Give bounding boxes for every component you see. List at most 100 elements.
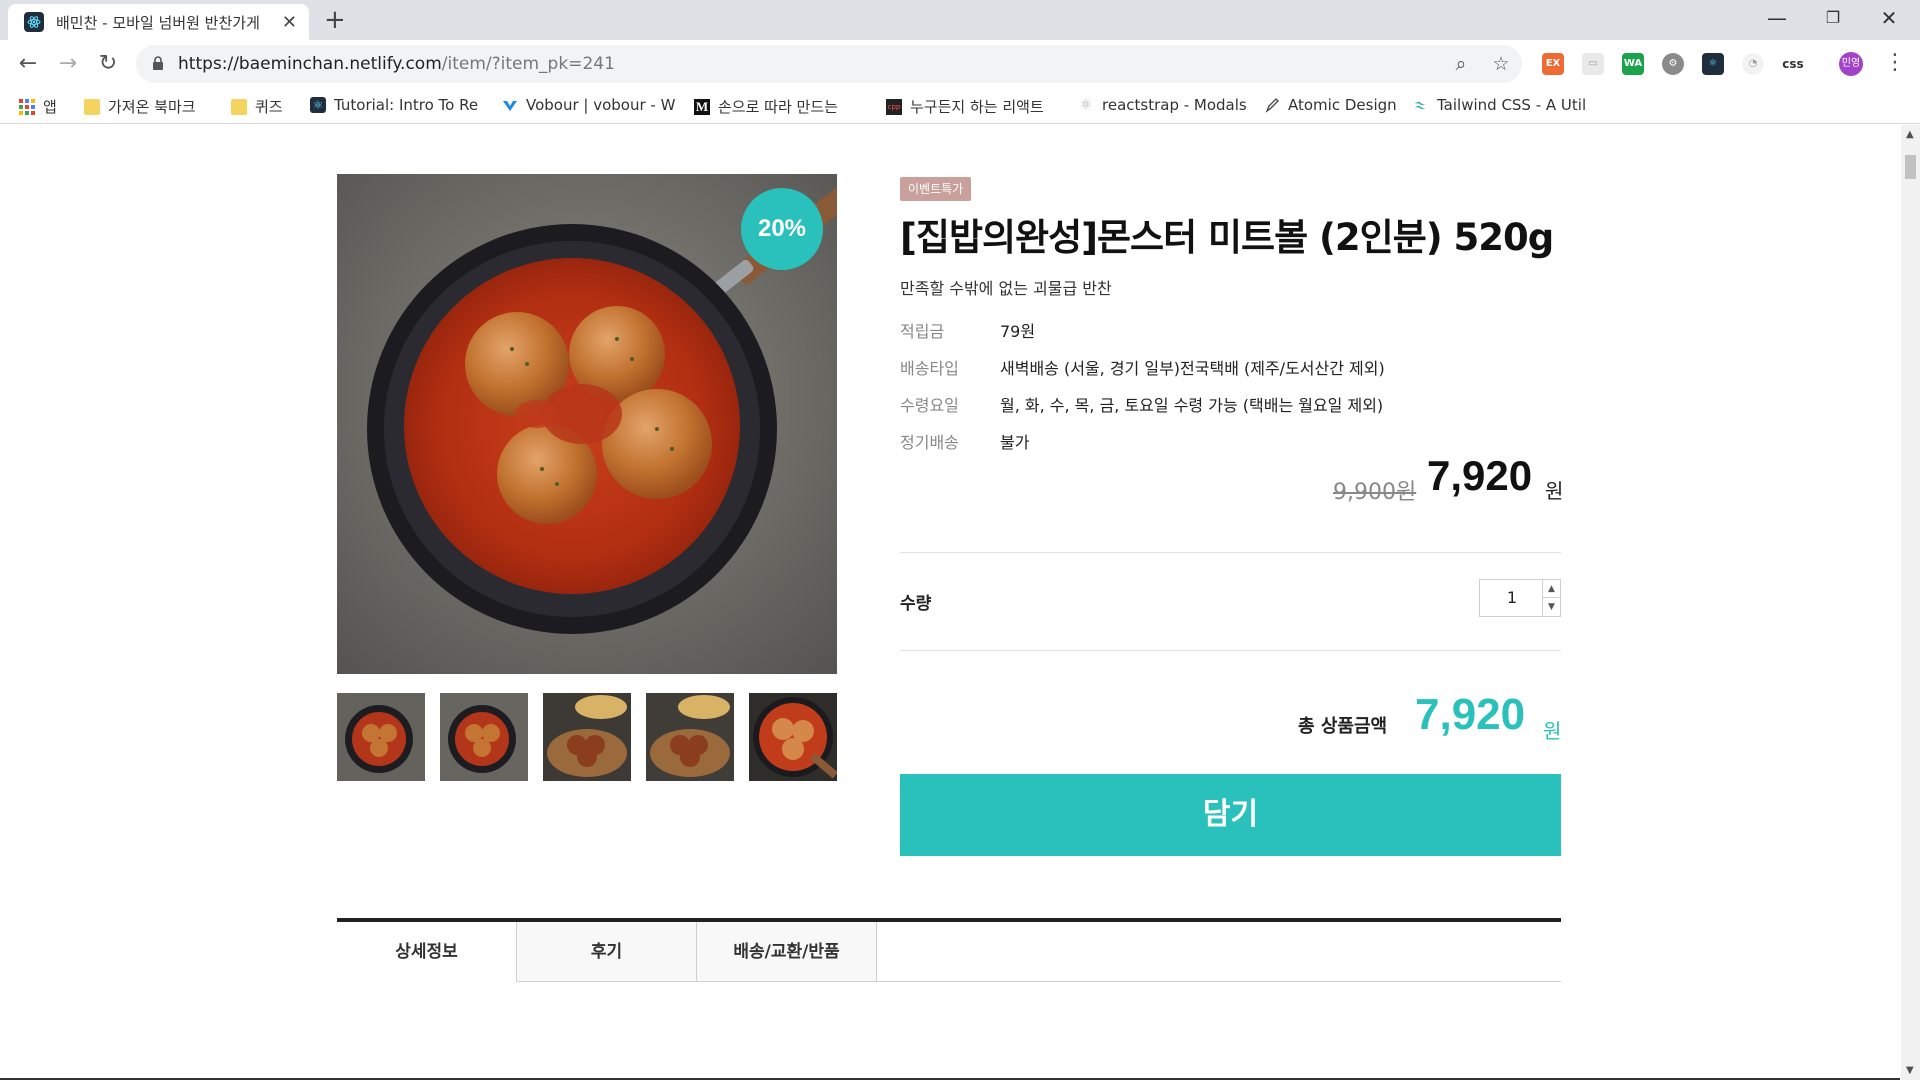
bookmark-label: 앱 — [43, 98, 57, 116]
info-key: 배송타입 — [900, 359, 959, 378]
original-price: 9,900원 — [1333, 480, 1417, 505]
thumbnail-2[interactable] — [440, 693, 528, 781]
bookmark-tailwind[interactable]: Tailwind CSS - A Util — [1413, 96, 1586, 114]
product-description: 만족할 수밖에 없는 괴물급 반찬 — [900, 279, 1112, 298]
react-icon: ⚛ — [310, 97, 326, 113]
divider — [900, 650, 1561, 651]
info-key: 수령요일 — [900, 396, 959, 415]
bookmark-label: Tutorial: Intro To Re — [334, 96, 479, 114]
url-text[interactable]: https://baeminchan.netlify.com/item/?ite… — [178, 54, 615, 74]
quantity-up-icon[interactable]: ▲ — [1542, 580, 1560, 598]
bookmark-label: reactstrap - Modals — [1102, 96, 1247, 114]
info-value: 새벽배송 (서울, 경기 일부)전국택배 (제주/도서산간 제외) — [1000, 359, 1385, 378]
thumbnail-1[interactable] — [337, 693, 425, 781]
close-window-icon[interactable]: ✕ — [1862, 4, 1916, 32]
extension-circle-icon[interactable]: ◔ — [1742, 53, 1764, 75]
thumbnail-strip — [337, 693, 837, 781]
reload-icon[interactable]: ↻ — [93, 49, 123, 79]
bookmark-atomic-design[interactable]: Atomic Design — [1264, 96, 1397, 114]
bookmark-imported[interactable]: 가져온 북마크 — [84, 96, 196, 117]
bookmark-quiz[interactable]: 퀴즈 — [231, 96, 283, 117]
tab-detail-info[interactable]: 상세정보 — [337, 922, 517, 982]
total-price-unit: 원 — [1543, 719, 1562, 743]
profile-avatar[interactable]: 민영 — [1839, 52, 1863, 76]
extension-wa-icon[interactable]: WA — [1622, 53, 1644, 75]
quantity-label: 수량 — [900, 594, 932, 614]
tailwind-icon — [1413, 97, 1429, 113]
tab-shipping-returns[interactable]: 배송/교환/반품 — [697, 922, 877, 982]
bookmark-label: 가져온 북마크 — [108, 98, 196, 116]
bookmark-medium[interactable]: M 손으로 따라 만드는 — [694, 96, 838, 117]
thumbnail-3[interactable] — [543, 693, 631, 781]
bookmark-react-everyone[interactable]: cpp 누구든지 하는 리액트 — [886, 96, 1044, 117]
scroll-up-icon[interactable]: ▲ — [1906, 129, 1914, 140]
medium-icon: M — [694, 98, 710, 115]
cpp-icon: cpp — [886, 98, 902, 115]
divider — [900, 552, 1561, 553]
scrollbar-thumb[interactable] — [1905, 155, 1916, 179]
browser-toolbar: ← → ↻ https://baeminchan.netlify.com/ite… — [0, 40, 1920, 88]
quantity-stepper[interactable]: 1 ▲ ▼ — [1479, 579, 1561, 617]
discount-badge: 20% — [741, 188, 823, 270]
lock-icon — [152, 55, 164, 70]
minimize-icon[interactable]: — — [1750, 4, 1804, 32]
info-value: 불가 — [1000, 433, 1030, 452]
url-path: /item/?item_pk=241 — [441, 54, 615, 74]
bookmark-label: Atomic Design — [1288, 96, 1397, 114]
folder-icon — [231, 98, 247, 115]
scroll-down-icon[interactable]: ▼ — [1906, 1065, 1914, 1076]
sale-price: 7,920 — [1427, 452, 1533, 499]
url-host: https://baeminchan.netlify.com — [178, 54, 442, 74]
product-page: 20% 이벤트특가 [집밥의완성]몬스터 미트볼 (2인분) 520g 만족할 … — [0, 125, 1900, 1080]
extension-gear-icon[interactable]: ⚙ — [1662, 53, 1684, 75]
extension-css-icon[interactable]: css — [1782, 53, 1804, 75]
restore-icon[interactable]: ❐ — [1806, 4, 1860, 32]
info-key: 정기배송 — [900, 433, 959, 452]
bookmark-vobour[interactable]: Vobour | vobour - W — [502, 96, 675, 114]
new-tab-icon[interactable]: + — [324, 6, 346, 34]
detail-tabs: 상세정보 후기 배송/교환/반품 — [337, 918, 1561, 982]
pen-icon — [1264, 97, 1280, 113]
react-favicon-icon — [24, 12, 44, 32]
vertical-scrollbar[interactable]: ▲ ▼ — [1901, 125, 1920, 1080]
extension-ex-icon[interactable]: EX — [1542, 53, 1564, 75]
event-tag: 이벤트특가 — [900, 177, 972, 201]
bookmark-react-tutorial[interactable]: ⚛ Tutorial: Intro To Re — [310, 96, 478, 114]
quantity-down-icon[interactable]: ▼ — [1542, 598, 1560, 616]
total-price: 7,920 — [1415, 690, 1526, 739]
vobour-icon — [502, 97, 518, 113]
reactstrap-icon: ⚛ — [1079, 97, 1093, 113]
bookmark-label: Tailwind CSS - A Util — [1437, 96, 1587, 114]
bookmark-star-icon[interactable]: ☆ — [1490, 53, 1512, 75]
quantity-input[interactable]: 1 — [1480, 580, 1544, 616]
bookmark-label: 손으로 따라 만드는 — [718, 98, 838, 116]
info-value: 79원 — [1000, 322, 1036, 341]
browser-tab-active[interactable]: 배민찬 - 모바일 넘버원 반찬가게 ✕ — [8, 4, 309, 40]
tab-title: 배민찬 - 모바일 넘버원 반찬가게 — [56, 13, 260, 32]
menu-kebab-icon[interactable]: ⋮ — [1884, 50, 1906, 75]
bookmark-label: Vobour | vobour - W — [526, 96, 676, 114]
tab-reviews[interactable]: 후기 — [517, 922, 697, 982]
bookmark-label: 누구든지 하는 리액트 — [910, 98, 1044, 116]
apps-grid-icon — [19, 98, 35, 115]
bookmark-reactstrap[interactable]: ⚛ reactstrap - Modals — [1078, 96, 1247, 114]
back-icon[interactable]: ← — [13, 49, 43, 79]
total-label: 총 상품금액 — [1298, 716, 1388, 737]
extension-react-icon[interactable]: ⚛ — [1702, 53, 1724, 75]
browser-tab-strip: 배민찬 - 모바일 넘버원 반찬가게 ✕ + — ❐ ✕ — [0, 0, 1920, 40]
close-tab-icon[interactable]: ✕ — [282, 12, 297, 33]
product-title: [집밥의완성]몬스터 미트볼 (2인분) 520g — [900, 216, 1554, 259]
sale-price-unit: 원 — [1545, 479, 1564, 503]
extension-window-icon[interactable]: ▭ — [1582, 53, 1604, 75]
bookmark-label: 퀴즈 — [255, 98, 283, 116]
info-key: 적립금 — [900, 322, 945, 341]
bookmark-apps[interactable]: 앱 — [19, 96, 57, 117]
address-bar[interactable]: https://baeminchan.netlify.com/item/?ite… — [136, 45, 1522, 83]
thumbnail-4[interactable] — [646, 693, 734, 781]
forward-icon[interactable]: → — [53, 49, 83, 79]
bookmarks-bar: 앱 가져온 북마크 퀴즈 ⚛ Tutorial: Intro To Re Vob… — [0, 88, 1920, 124]
add-to-cart-button[interactable]: 담기 — [900, 774, 1561, 856]
zoom-search-icon[interactable]: ⌕ — [1450, 53, 1472, 75]
folder-icon — [84, 98, 100, 115]
thumbnail-5[interactable] — [749, 693, 837, 781]
